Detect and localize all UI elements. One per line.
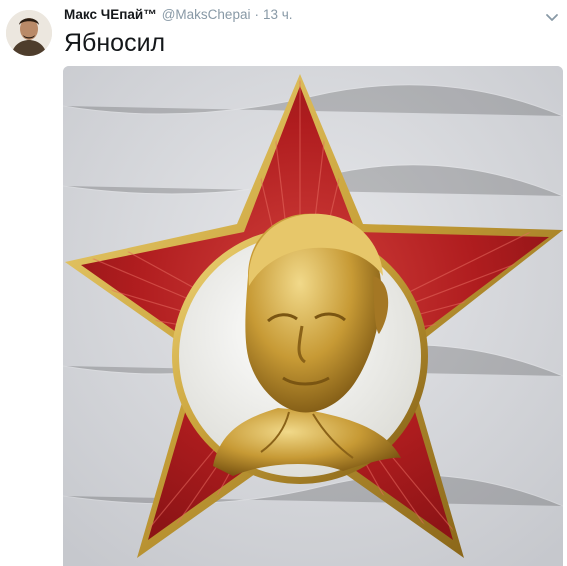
tweet-timestamp[interactable]: 13 ч.: [263, 7, 293, 22]
tweet-photo[interactable]: [63, 66, 563, 566]
display-name[interactable]: Макс ЧЕпай™: [64, 7, 157, 22]
avatar[interactable]: [6, 10, 52, 56]
tweet-text: Ябносил: [64, 29, 166, 57]
chevron-down-icon[interactable]: [545, 10, 559, 24]
separator-dot: ·: [254, 7, 259, 22]
star-badge-image: [63, 66, 563, 566]
avatar-portrait: [6, 10, 52, 56]
user-handle[interactable]: @MaksChepai: [162, 7, 251, 22]
tweet-header: Макс ЧЕпай™ @MaksChepai · 13 ч.: [64, 7, 293, 27]
